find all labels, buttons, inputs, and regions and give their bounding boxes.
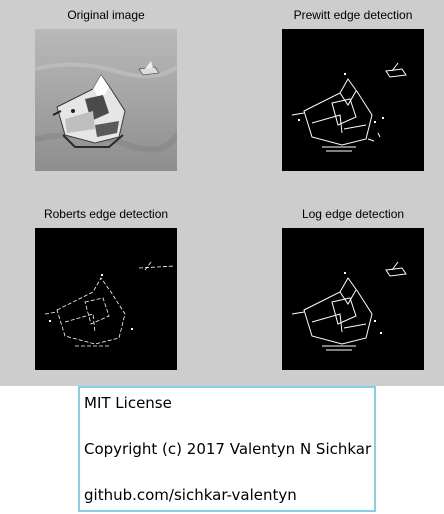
original-image-panel — [35, 29, 177, 171]
original-image-title: Original image — [67, 8, 145, 22]
log-edge-image — [282, 228, 424, 370]
prewitt-title: Prewitt edge detection — [293, 8, 413, 22]
copyright-line: Copyright (c) 2017 Valentyn N Sichkar — [84, 440, 372, 458]
prewitt-panel — [282, 29, 424, 171]
roberts-title: Roberts edge detection — [43, 207, 169, 221]
license-box: MIT License Copyright (c) 2017 Valentyn … — [78, 386, 376, 512]
github-link[interactable]: github.com/sichkar-valentyn — [84, 486, 297, 504]
roberts-edge-image — [35, 228, 177, 370]
roberts-panel — [35, 228, 177, 370]
prewitt-edge-image — [282, 29, 424, 171]
original-image — [35, 29, 177, 171]
license-title: MIT License — [84, 394, 172, 412]
log-title: Log edge detection — [301, 207, 405, 221]
log-panel — [282, 228, 424, 370]
figure-window: Original image Prewitt edge detection Ro… — [0, 0, 444, 386]
